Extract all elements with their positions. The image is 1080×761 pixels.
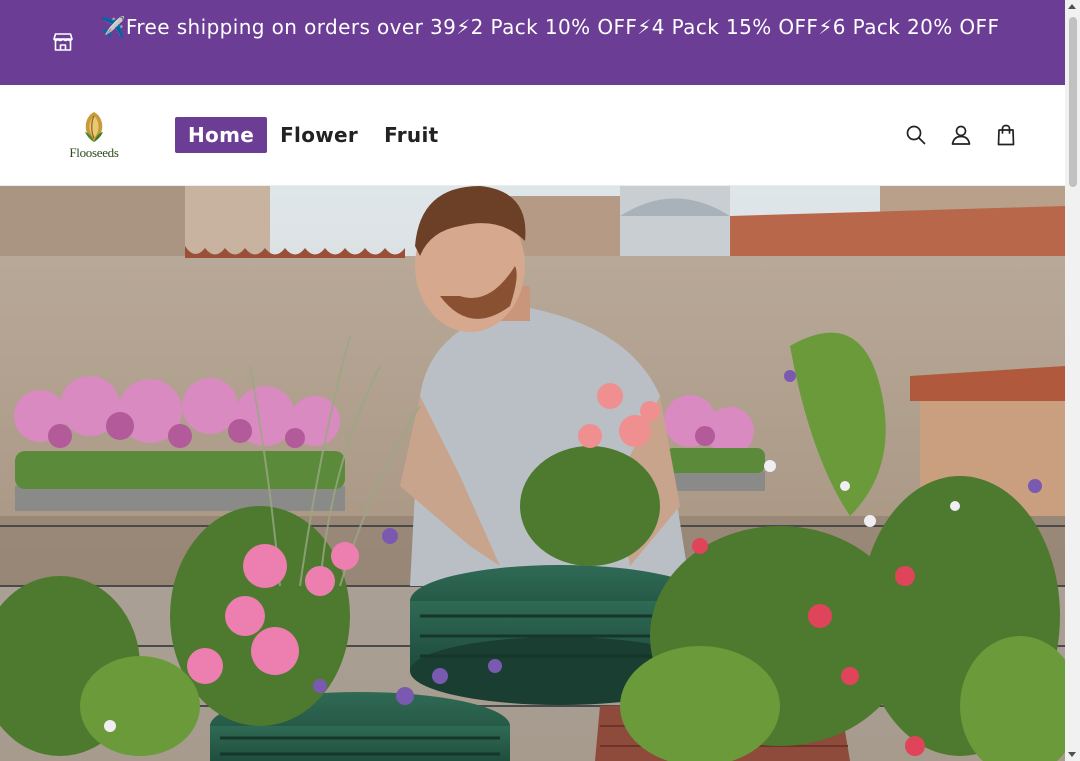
site-header: Flooseeds Home Flower Fruit: [0, 85, 1065, 186]
nav-fruit[interactable]: Fruit: [371, 117, 451, 153]
nav-home[interactable]: Home: [175, 117, 268, 153]
announcement-text: ✈️Free shipping on orders over 39⚡2 Pack…: [100, 15, 1000, 39]
main-nav: Home Flower Fruit: [175, 117, 451, 153]
announcement-bar: ✈️Free shipping on orders over 39⚡2 Pack…: [0, 0, 1065, 85]
scrollbar-thumb[interactable]: [1069, 17, 1077, 187]
logo-text: Flooseeds: [69, 145, 119, 160]
scrollbar[interactable]: [1065, 0, 1080, 761]
page: ✈️Free shipping on orders over 39⚡2 Pack…: [0, 0, 1080, 761]
hero-banner[interactable]: [0, 186, 1065, 761]
scroll-up-icon[interactable]: [1068, 4, 1076, 9]
cart-icon[interactable]: [994, 123, 1018, 147]
nav-flower[interactable]: Flower: [267, 117, 371, 153]
search-icon[interactable]: [904, 123, 928, 147]
logo[interactable]: Flooseeds: [60, 110, 128, 162]
seed-logo-icon: [85, 112, 103, 142]
hero-image: [0, 186, 1065, 761]
account-icon[interactable]: [949, 123, 973, 147]
header-icons: [883, 123, 1018, 147]
scroll-down-icon[interactable]: [1068, 752, 1076, 757]
store-icon[interactable]: [51, 30, 75, 54]
